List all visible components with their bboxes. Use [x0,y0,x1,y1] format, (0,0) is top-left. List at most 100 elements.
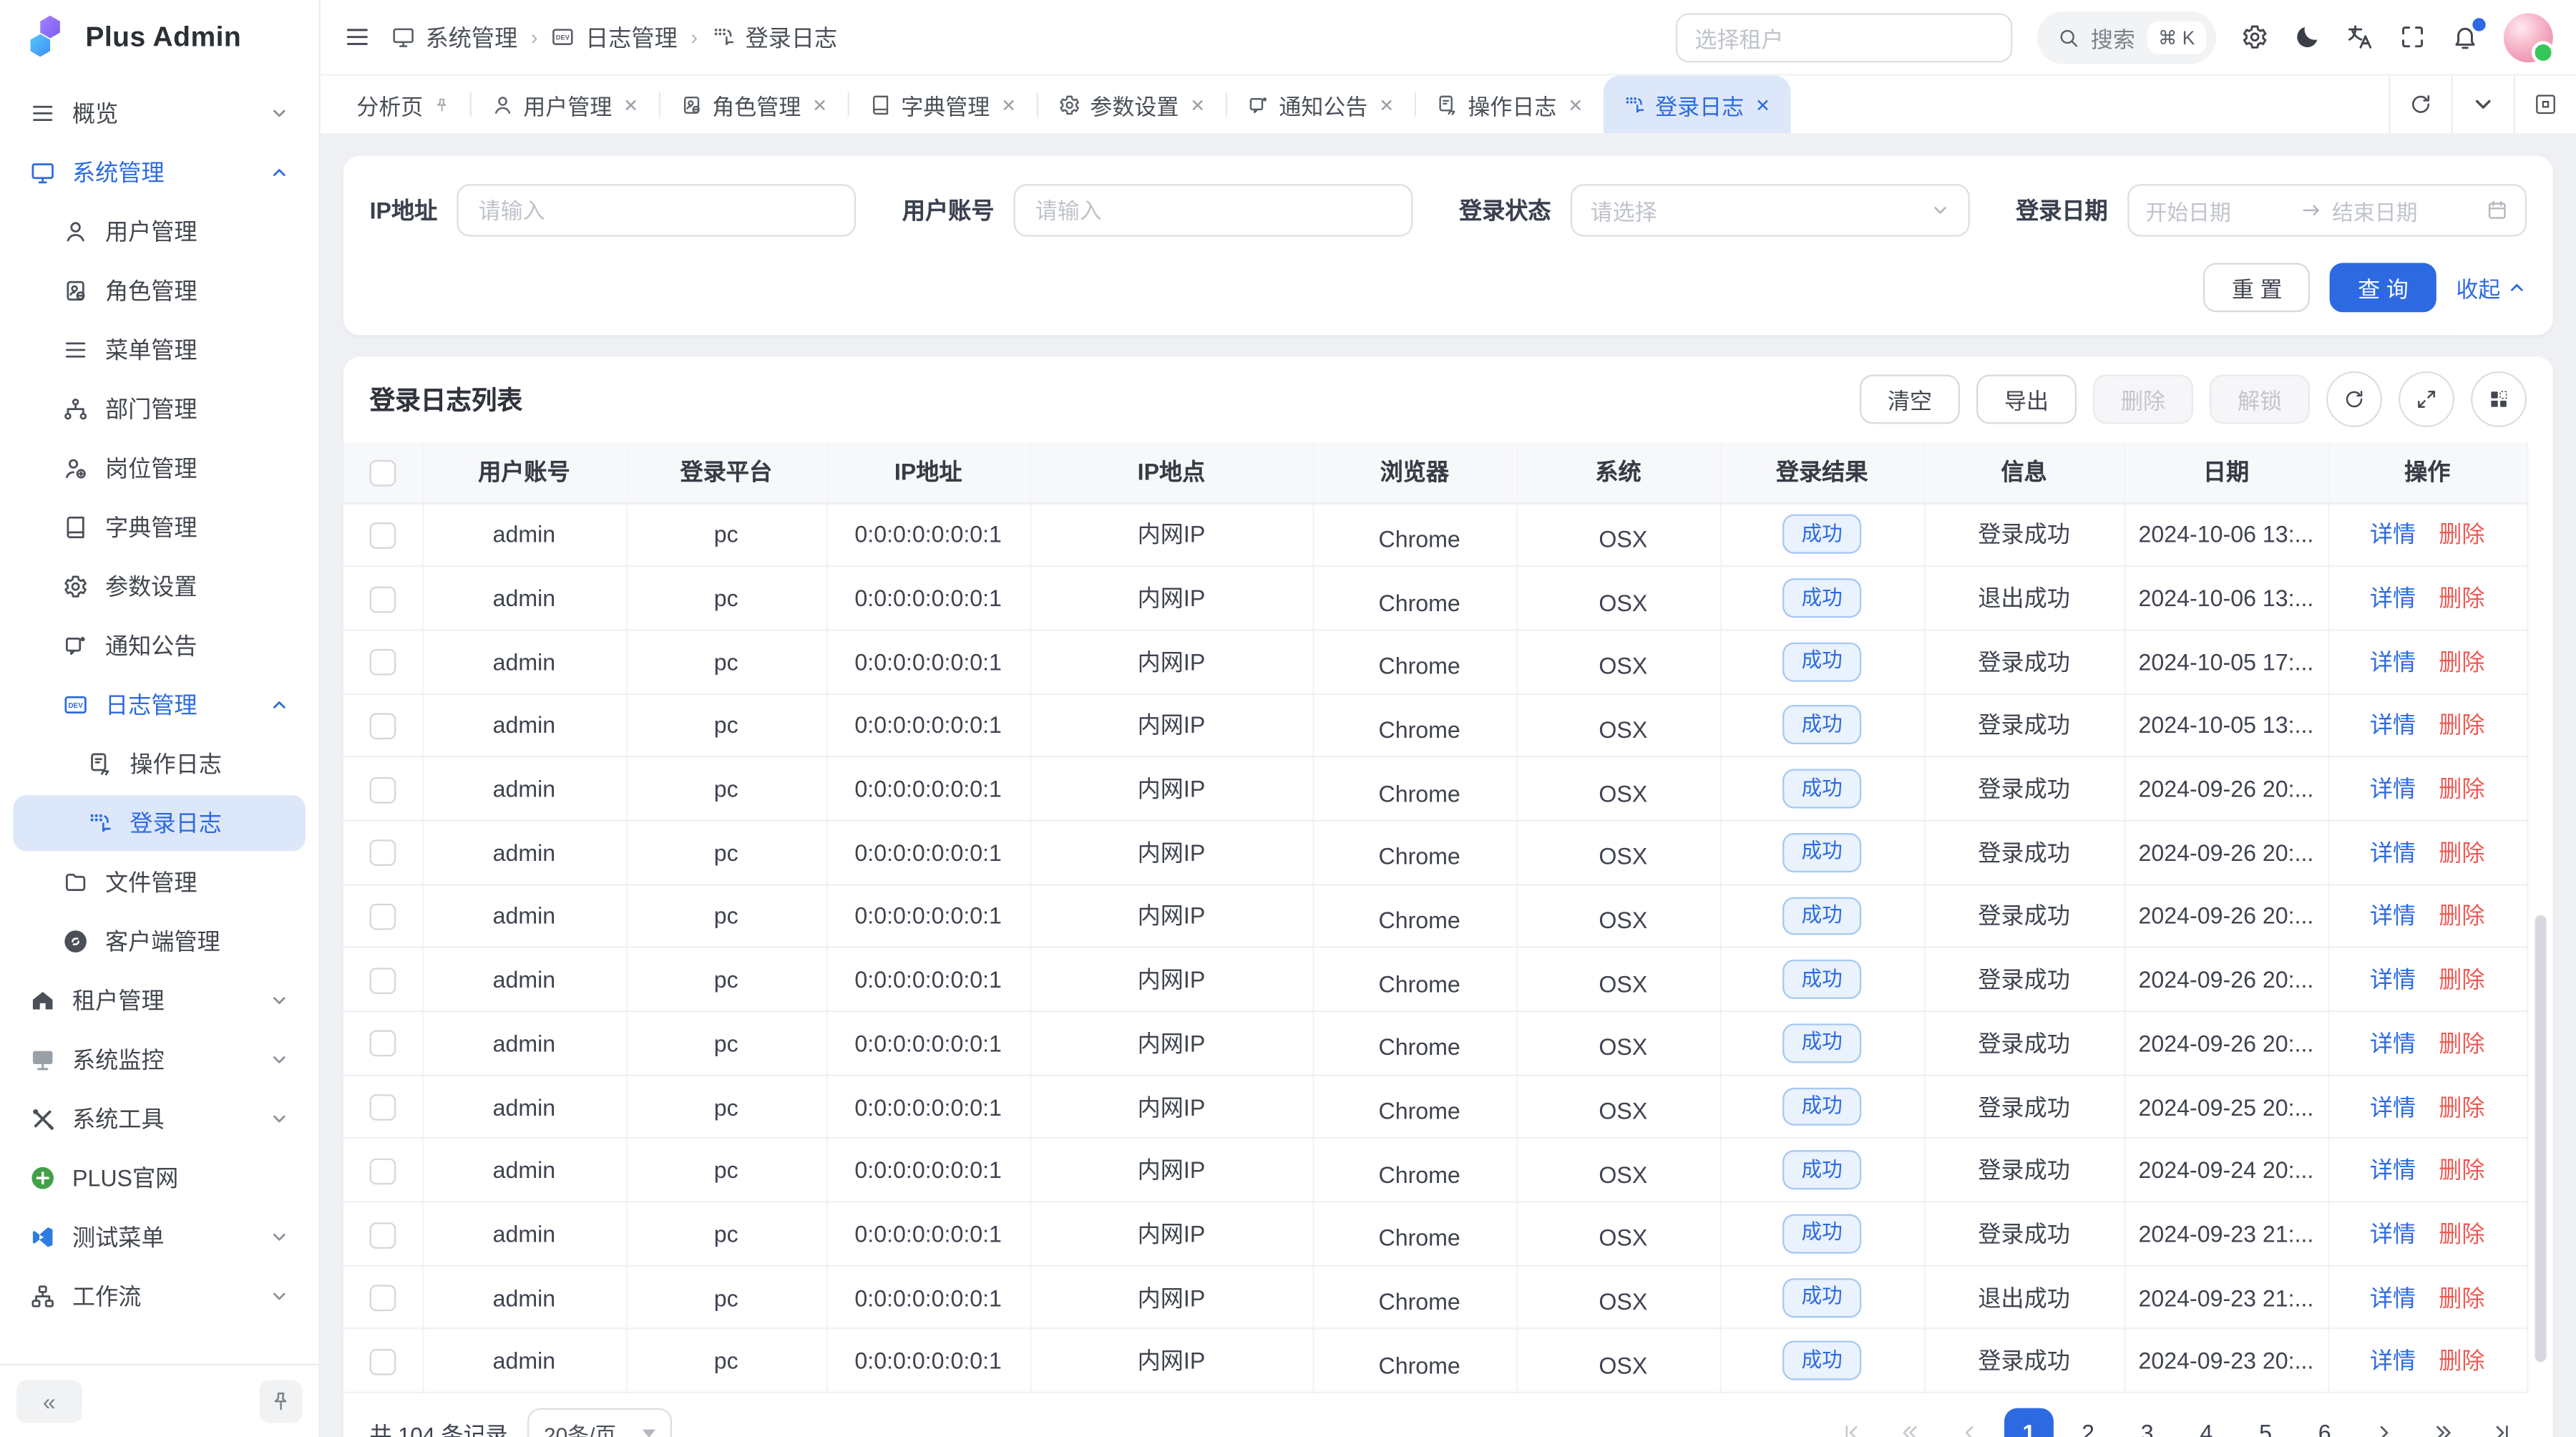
row-checkbox[interactable] [369,1349,396,1375]
row-checkbox[interactable] [369,713,396,740]
sidebar-item-workflow[interactable]: 工作流 [13,1268,306,1324]
tab-notice[interactable]: 通知公告 [1226,76,1414,133]
row-delete-link[interactable]: 删除 [2439,1030,2484,1056]
row-delete-link[interactable]: 删除 [2439,712,2484,739]
fullscreen-icon[interactable] [2399,23,2426,51]
row-detail-link[interactable]: 详情 [2370,1348,2416,1374]
sidebar-item-plus-site[interactable]: PLUS官网 [13,1150,306,1206]
row-detail-link[interactable]: 详情 [2370,1157,2416,1184]
sidebar-item-log-management[interactable]: DEV日志管理 [13,677,306,733]
sidebar-item-dept-management[interactable]: 部门管理 [13,381,306,437]
row-delete-link[interactable]: 删除 [2439,966,2484,993]
last-page-button[interactable] [2477,1408,2527,1437]
sidebar-item-operation-log[interactable]: 操作日志 [13,736,306,792]
date-range-picker[interactable]: 开始日期 结束日期 [2127,184,2527,236]
tab-login-log[interactable]: 登录日志 [1603,76,1790,133]
page-button-6[interactable]: 6 [2300,1408,2349,1437]
close-icon[interactable] [622,96,638,112]
sidebar-item-system-monitor[interactable]: 系统监控 [13,1032,306,1088]
collapse-filter-link[interactable]: 收起 [2456,271,2527,304]
sidebar-item-user-management[interactable]: 用户管理 [13,204,306,260]
close-icon[interactable] [811,96,827,112]
dark-mode-moon-icon[interactable] [2293,23,2321,51]
table-refresh-button[interactable] [2326,371,2382,427]
row-detail-link[interactable]: 详情 [2370,839,2416,866]
export-button[interactable]: 导出 [1976,374,2077,424]
sidebar-item-tenant-management[interactable]: 租户管理 [13,973,306,1028]
tab-analysis[interactable]: 分析页 [337,76,469,133]
row-detail-link[interactable]: 详情 [2370,648,2416,675]
row-delete-link[interactable]: 删除 [2439,1157,2484,1184]
page-button-5[interactable]: 5 [2241,1408,2290,1437]
sidebar-collapse-button[interactable]: « [16,1380,82,1423]
row-delete-link[interactable]: 删除 [2439,1093,2484,1120]
row-checkbox[interactable] [369,840,396,867]
row-checkbox[interactable] [369,1158,396,1184]
logo[interactable]: Plus Admin [0,0,318,76]
row-detail-link[interactable]: 详情 [2370,1030,2416,1056]
close-icon[interactable] [1189,96,1205,112]
row-detail-link[interactable]: 详情 [2370,1093,2416,1120]
sidebar-item-test-menu[interactable]: 测试菜单 [13,1209,306,1265]
row-detail-link[interactable]: 详情 [2370,585,2416,611]
row-delete-link[interactable]: 删除 [2439,839,2484,866]
row-detail-link[interactable]: 详情 [2370,776,2416,802]
next-5-pages-button[interactable] [2419,1408,2468,1437]
tab-dict-mgmt[interactable]: 字典管理 [849,76,1036,133]
select-all-checkbox[interactable] [369,460,396,487]
page-button-2[interactable]: 2 [2064,1408,2113,1437]
user-avatar[interactable] [2504,12,2553,62]
sidebar-item-login-log[interactable]: 登录日志 [13,795,306,851]
row-delete-link[interactable]: 删除 [2439,1221,2484,1247]
row-checkbox[interactable] [369,650,396,676]
settings-gear-icon[interactable] [2241,23,2269,51]
tab-user-mgmt[interactable]: 用户管理 [471,76,658,133]
breadcrumb-item-system[interactable]: 系统管理 [391,21,517,54]
row-detail-link[interactable]: 详情 [2370,966,2416,993]
sidebar-item-file-management[interactable]: 文件管理 [13,854,306,910]
table-columns-button[interactable] [2471,371,2527,427]
tabs-more-button[interactable] [2451,76,2514,133]
row-delete-link[interactable]: 删除 [2439,1348,2484,1374]
query-button[interactable]: 查 询 [2330,263,2436,312]
row-delete-link[interactable]: 删除 [2439,585,2484,611]
row-checkbox[interactable] [369,776,396,803]
row-detail-link[interactable]: 详情 [2370,712,2416,739]
close-icon[interactable] [1566,96,1583,112]
sidebar-pin-button[interactable] [260,1380,303,1423]
row-delete-link[interactable]: 删除 [2439,903,2484,930]
row-checkbox[interactable] [369,586,396,613]
row-delete-link[interactable]: 删除 [2439,1284,2484,1310]
reset-button[interactable]: 重 置 [2204,263,2311,312]
page-button-4[interactable]: 4 [2182,1408,2231,1437]
row-detail-link[interactable]: 详情 [2370,1221,2416,1247]
tab-param-settings[interactable]: 参数设置 [1038,76,1225,133]
tabs-refresh-button[interactable] [2389,76,2451,133]
row-checkbox[interactable] [369,1094,396,1121]
row-delete-link[interactable]: 删除 [2439,648,2484,675]
sidebar-item-param-settings[interactable]: 参数设置 [13,559,306,615]
global-search[interactable]: 搜索 ⌘ K [2036,11,2216,63]
ip-input[interactable] [457,184,857,236]
page-button-1[interactable]: 1 [2004,1408,2054,1437]
breadcrumb-item-log[interactable]: DEV 日志管理 [551,21,678,54]
tab-role-mgmt[interactable]: 角色管理 [660,76,847,133]
sidebar-item-dict-management[interactable]: 字典管理 [13,500,306,555]
close-icon[interactable] [1000,96,1016,112]
close-icon[interactable] [1754,96,1770,112]
tenant-select[interactable]: 选择租户 [1675,12,2012,62]
page-size-select[interactable]: 20条/页 [527,1408,672,1437]
sidebar-item-menu-management[interactable]: 菜单管理 [13,322,306,378]
row-detail-link[interactable]: 详情 [2370,522,2416,548]
row-checkbox[interactable] [369,1222,396,1248]
row-checkbox[interactable] [369,522,396,549]
sidebar-item-client-management[interactable]: 客户端管理 [13,914,306,970]
row-checkbox[interactable] [369,1285,396,1312]
table-scrollbar-thumb[interactable] [2535,915,2547,1362]
sidebar-item-overview[interactable]: 概览 [13,85,306,141]
row-checkbox[interactable] [369,968,396,994]
row-checkbox[interactable] [369,904,396,930]
status-select[interactable]: 请选择 [1571,184,1970,236]
next-page-button[interactable] [2359,1408,2409,1437]
sidebar-item-post-management[interactable]: 岗位管理 [13,440,306,496]
